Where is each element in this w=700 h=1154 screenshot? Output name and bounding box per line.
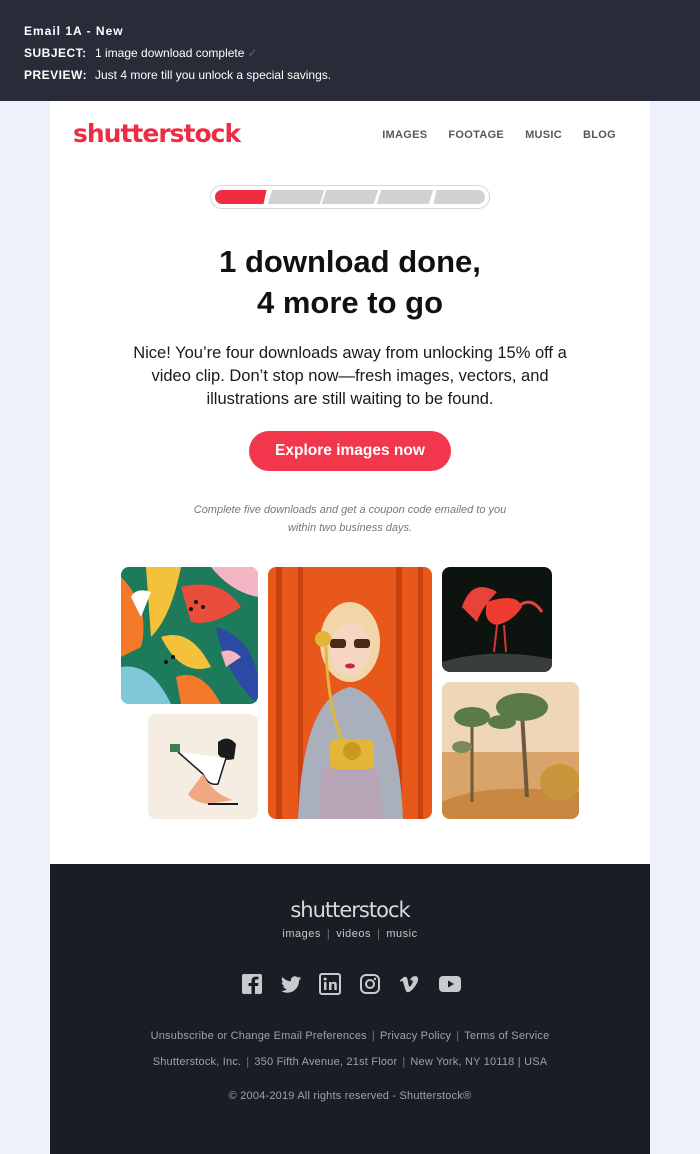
email-footer: shutterstock images | videos | music Unsubsc…	[50, 864, 650, 1154]
footer-images-link[interactable]: images	[282, 928, 320, 940]
pattern-illustration-image[interactable]	[121, 567, 258, 704]
email-label: Email 1A - New	[24, 24, 124, 38]
progress-segment	[321, 190, 379, 204]
subject-key: SUBJECT:	[24, 46, 87, 60]
progress-segment	[433, 190, 485, 204]
preview-line: PREVIEW: Just 4 more till you unlock a sp…	[24, 64, 676, 86]
social-icons	[240, 972, 461, 996]
subject-line: SUBJECT: 1 image download complete ✓	[24, 42, 676, 64]
shutterstock-logo[interactable]: shutterstock	[73, 119, 241, 148]
woman-with-phone-image[interactable]	[268, 567, 432, 819]
linkedin-icon[interactable]	[318, 972, 342, 996]
body-line-3: illustrations are still waiting to be fo…	[206, 390, 494, 408]
headline-line-1: 1 download done,	[219, 244, 481, 279]
kneeling-figure-illustration-image[interactable]	[148, 714, 258, 819]
youtube-icon[interactable]	[436, 972, 461, 996]
company-name: Shutterstock, Inc.	[152, 1056, 242, 1068]
facebook-icon[interactable]	[240, 972, 264, 996]
terms-of-service-link[interactable]: Terms of Service	[464, 1030, 549, 1042]
body-copy: Nice! You’re four downloads away from un…	[110, 342, 590, 411]
progress-segment	[267, 190, 324, 204]
footer-address: Shutterstock, Inc. | 350 Fifth Avenue, 21s…	[152, 1056, 548, 1068]
footer-legal-links: Unsubscribe or Change Email Preferences |…	[150, 1030, 550, 1042]
city-address: New York, NY 10118 | USA	[410, 1056, 548, 1068]
headline: 1 download done, 4 more to go	[50, 241, 650, 323]
fineprint: Complete five downloads and get a coupon…	[160, 501, 540, 537]
email-card: shutterstock IMAGES FOOTAGE MUSIC BLOG 1…	[50, 101, 650, 864]
headline-line-2: 4 more to go	[256, 285, 443, 320]
download-progress-bar	[210, 185, 490, 209]
progress-segment	[215, 190, 267, 204]
twitter-icon[interactable]	[279, 972, 303, 996]
vimeo-icon[interactable]	[397, 972, 421, 996]
fineprint-line-2: within two business days.	[287, 522, 413, 534]
preview-value: Just 4 more till you unlock a special sa…	[95, 68, 332, 82]
unsubscribe-link[interactable]: Unsubscribe or Change Email Preferences	[151, 1030, 367, 1042]
nav-blog-link[interactable]: BLOG	[583, 129, 616, 141]
footer-music-link[interactable]: music	[386, 928, 417, 940]
privacy-policy-link[interactable]: Privacy Policy	[380, 1030, 451, 1042]
fineprint-line-1: Complete five downloads and get a coupon…	[193, 504, 507, 516]
nav-footage-link[interactable]: FOOTAGE	[448, 129, 504, 141]
subject-value: 1 image download complete	[95, 46, 245, 60]
street-address: 350 Fifth Avenue, 21st Floor	[254, 1056, 398, 1068]
email-meta-header: Email 1A - New SUBJECT: 1 image download …	[0, 0, 700, 101]
footer-videos-link[interactable]: videos	[336, 928, 371, 940]
body-line-2: video clip. Don’t stop now—fresh images,…	[151, 367, 549, 385]
instagram-icon[interactable]	[358, 972, 382, 996]
nav-music-link[interactable]: MUSIC	[525, 129, 562, 141]
footer-shutterstock-logo[interactable]: shutterstock	[50, 898, 650, 922]
copyright: © 2004-2019 All rights reserved - Shutte…	[228, 1090, 472, 1102]
nav-images-link[interactable]: IMAGES	[382, 129, 427, 141]
check-icon: ✓	[247, 46, 258, 60]
progress-segment	[376, 190, 433, 204]
footer-categories: images | videos | music	[282, 928, 418, 940]
desert-trees-image[interactable]	[442, 682, 579, 819]
body-line-1: Nice! You’re four downloads away from un…	[133, 344, 567, 362]
preview-key: PREVIEW:	[24, 68, 88, 82]
explore-images-button[interactable]: Explore images now	[249, 431, 451, 471]
top-nav: IMAGES FOOTAGE MUSIC BLOG	[382, 129, 616, 141]
scarlet-ibis-bird-image[interactable]	[442, 567, 552, 672]
